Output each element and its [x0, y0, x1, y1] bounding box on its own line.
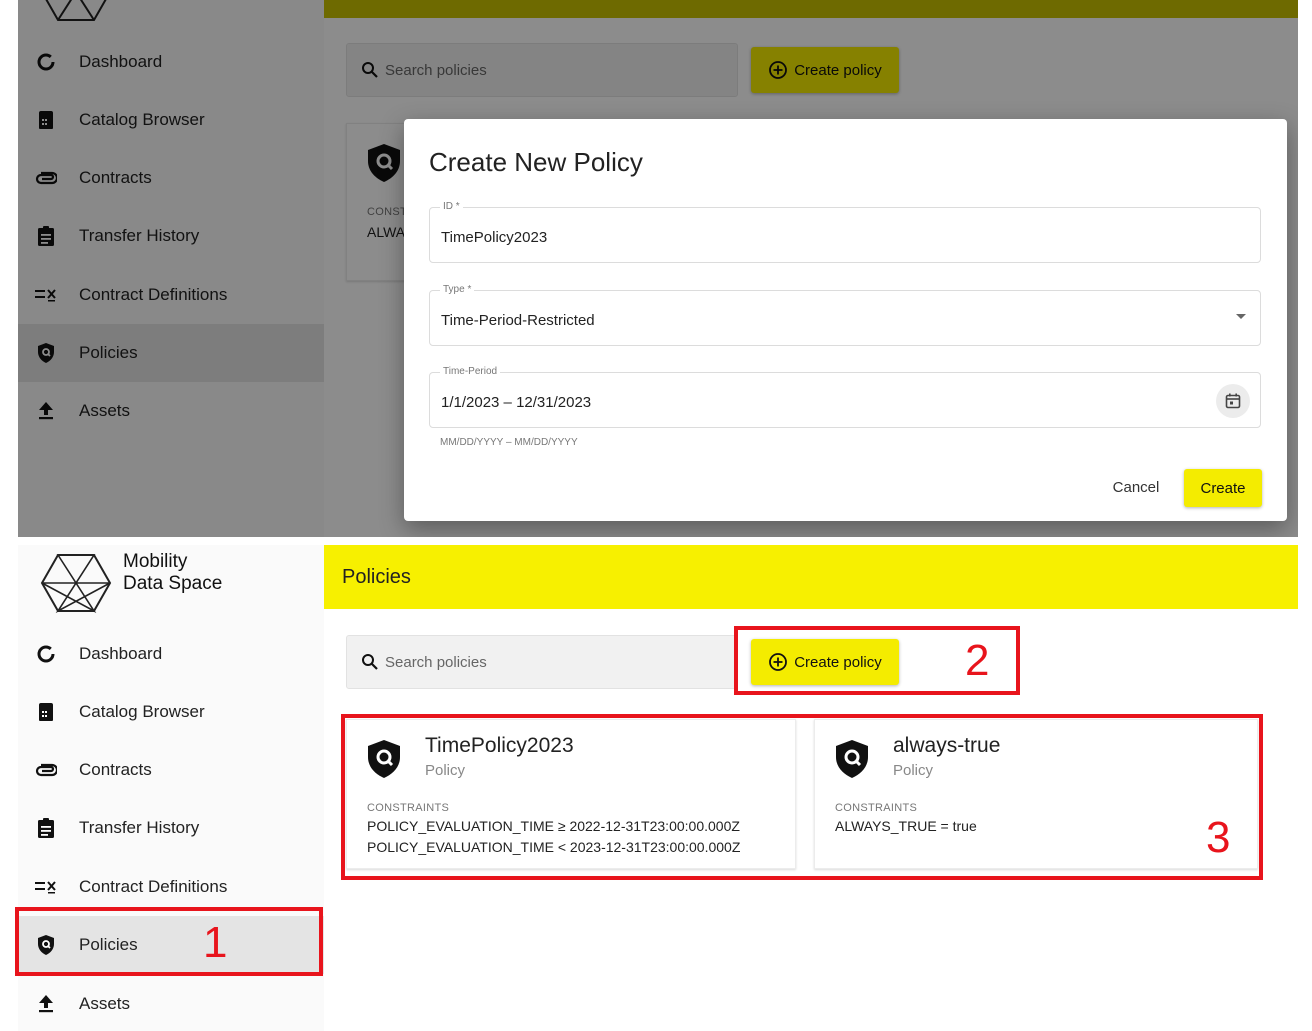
sidebar-item-transfer-history[interactable]: Transfer History — [18, 799, 324, 857]
annotation-box-3 — [341, 714, 1263, 880]
sidebar-item-dashboard[interactable]: Dashboard — [18, 625, 324, 683]
sidebar-item-assets[interactable]: Assets — [18, 975, 324, 1031]
top-screenshot-panel: Dashboard Catalog Browser Contracts Tran… — [18, 0, 1298, 537]
upload-icon — [35, 993, 57, 1015]
create-policy-dialog: Create New Policy ID * TimePolicy2023 Ty… — [404, 119, 1287, 521]
chevron-down-icon — [1236, 314, 1246, 319]
time-period-field[interactable]: Time-Period 1/1/2023 – 12/31/2023 — [429, 366, 1261, 428]
app-name: Mobility Data Space — [123, 551, 223, 594]
id-field[interactable]: ID * TimePolicy2023 — [429, 201, 1261, 263]
clipboard-icon — [35, 817, 57, 839]
type-select[interactable]: Type * Time-Period-Restricted — [429, 284, 1261, 346]
sidebar-item-catalog-browser[interactable]: Catalog Browser — [18, 683, 324, 741]
date-format-hint: MM/DD/YYYY – MM/DD/YYYY — [440, 437, 578, 448]
calendar-icon[interactable] — [1216, 384, 1250, 418]
logo-icon — [40, 554, 112, 614]
paperclip-icon — [35, 759, 57, 781]
search-input[interactable]: Search policies — [346, 635, 738, 689]
annotation-box-1 — [15, 907, 323, 976]
header-bar: Policies — [324, 545, 1298, 609]
sidebar-item-contracts[interactable]: Contracts — [18, 741, 324, 799]
annotation-number-3: 3 — [1206, 813, 1231, 862]
dialog-title: Create New Policy — [429, 147, 643, 177]
cancel-button[interactable]: Cancel — [1096, 469, 1176, 505]
dashboard-icon — [35, 643, 57, 665]
page-title: Policies — [342, 565, 411, 588]
annotation-number-1: 1 — [203, 918, 228, 967]
annotation-number-2: 2 — [965, 636, 990, 685]
create-button[interactable]: Create — [1184, 469, 1262, 507]
catalog-icon — [35, 701, 57, 723]
search-icon — [362, 654, 378, 670]
contract-definitions-icon — [35, 876, 57, 898]
